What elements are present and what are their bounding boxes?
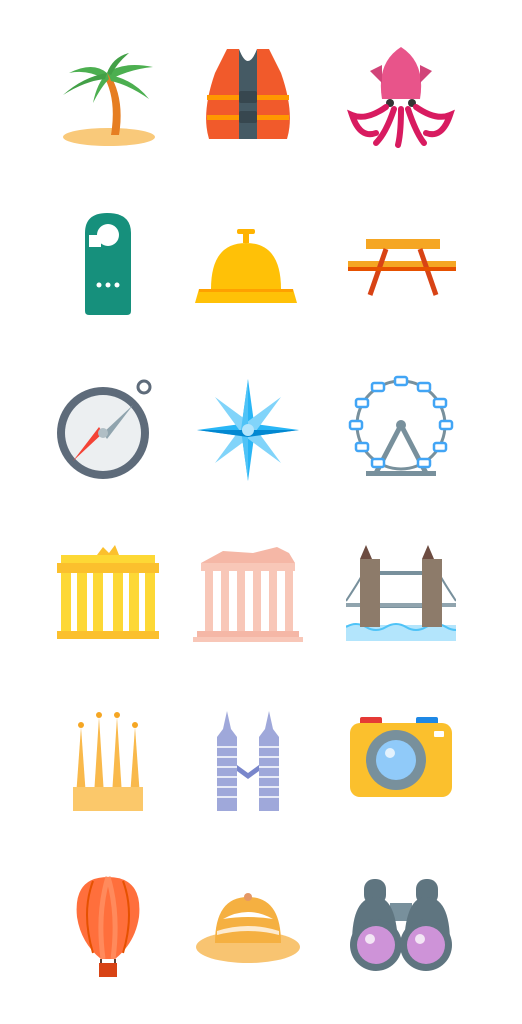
cell-parthenon [165,513,331,679]
cell-squid [331,15,471,181]
sagrada-familia-icon [73,712,143,811]
brandenburg-gate-icon [57,545,159,639]
cell-tower-bridge [331,513,471,679]
cell-compass [51,347,165,513]
cell-picnic-table [331,181,471,347]
compass-icon [57,379,152,479]
parthenon-icon [193,547,303,642]
camera-icon [350,717,452,797]
icon-grid [0,0,522,1024]
cell-sagrada-familia [51,679,165,845]
cell-door-hanger [51,181,165,347]
cell-brandenburg-gate [51,513,165,679]
cell-binoculars [331,845,471,1011]
cell-ferris-wheel [331,347,471,513]
tower-bridge-icon [346,545,456,641]
hot-air-balloon-icon [76,876,140,977]
compass-rose-icon [197,379,299,481]
cell-hot-air-balloon [51,845,165,1011]
cell-compass-rose [165,347,331,513]
service-bell-icon [195,229,297,303]
binoculars-icon [350,879,452,971]
picnic-table-icon [348,239,456,296]
cell-pith-helmet [165,845,331,1011]
life-vest-icon [206,49,290,139]
ferris-wheel-icon [348,375,454,476]
cell-petronas-towers [165,679,331,845]
cell-camera [331,679,471,845]
cell-palm-tree [51,15,165,181]
cell-life-vest [165,15,331,181]
petronas-towers-icon [217,711,279,811]
squid-icon [347,47,455,148]
door-hanger-icon [85,213,131,315]
palm-tree-icon [63,53,155,146]
cell-service-bell [165,181,331,347]
pith-helmet-icon [196,893,300,963]
